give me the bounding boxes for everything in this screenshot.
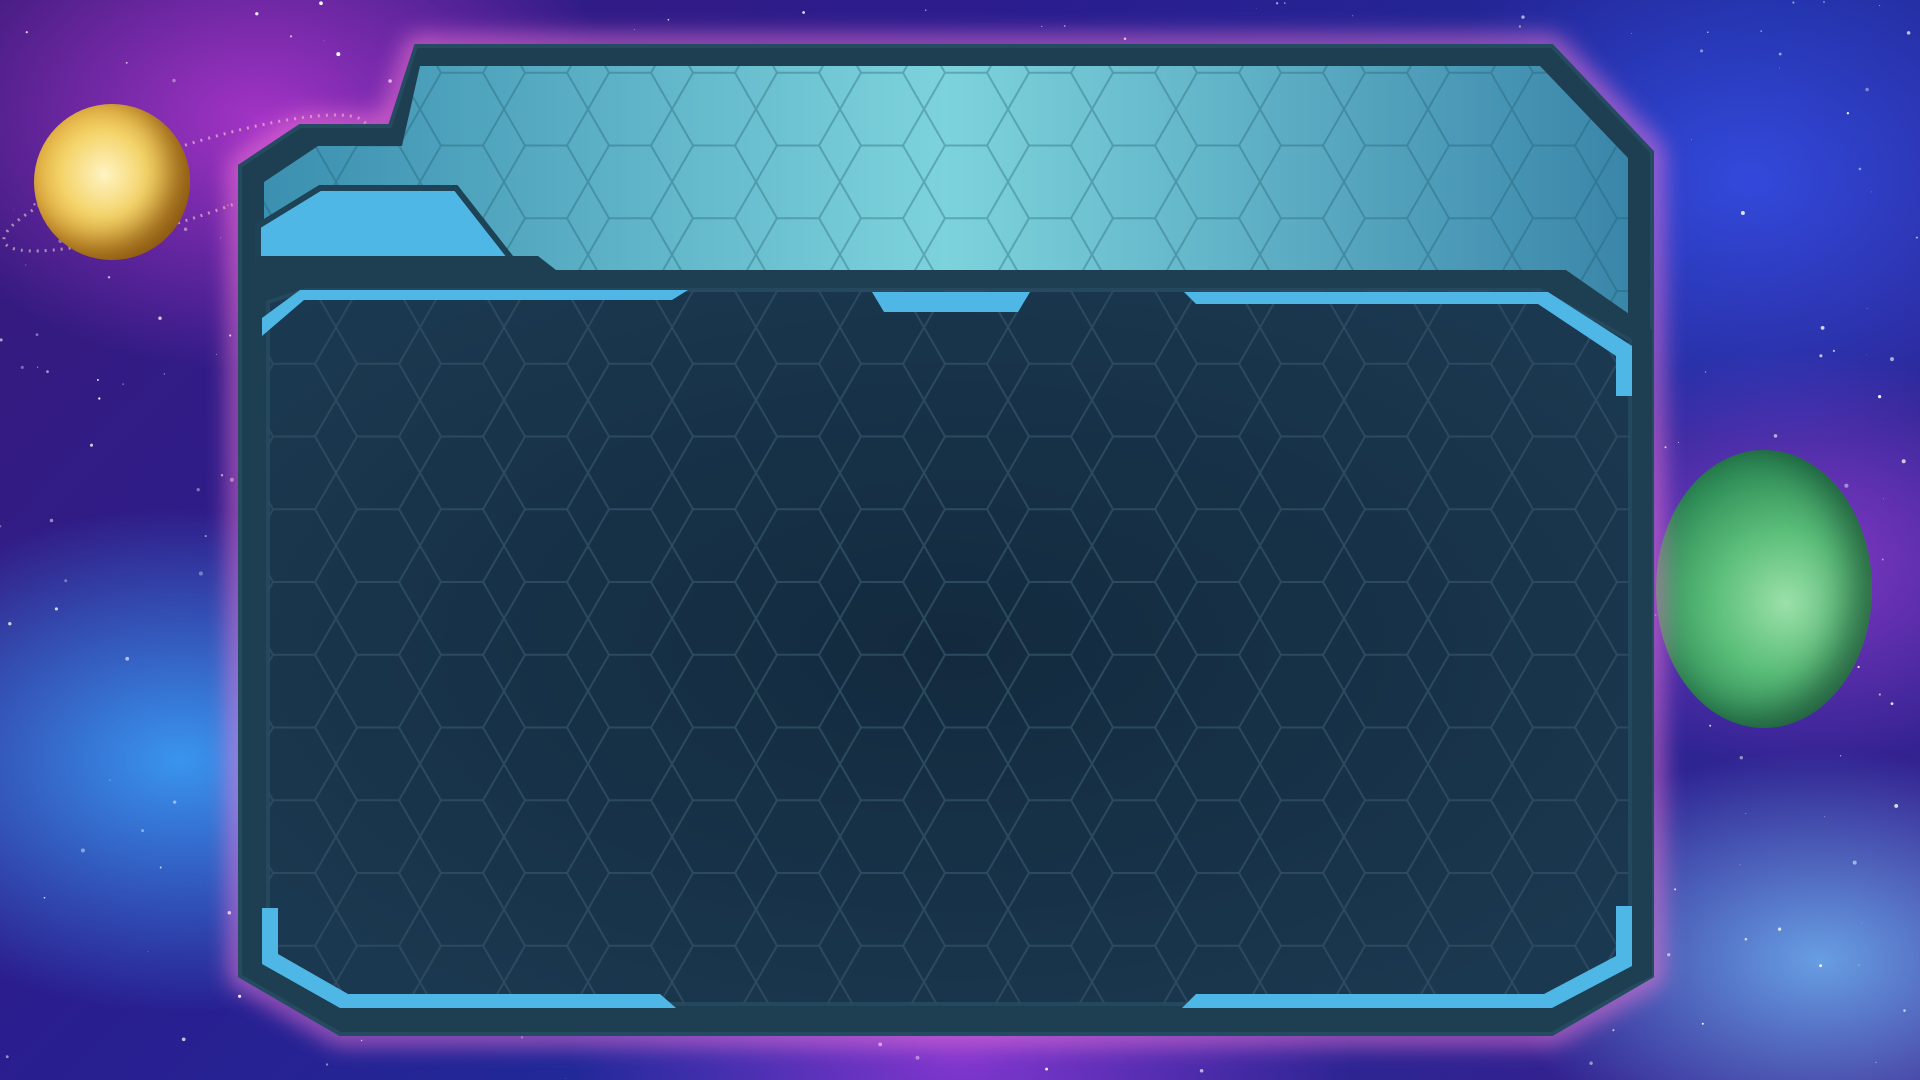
accent-top-center bbox=[872, 292, 1030, 312]
hud-frame bbox=[231, 37, 1661, 1043]
